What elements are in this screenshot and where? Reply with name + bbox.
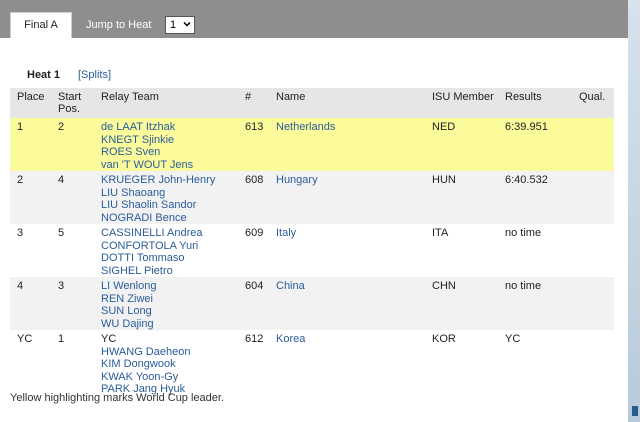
- athlete-link[interactable]: LIU Shaoang: [101, 187, 238, 200]
- jump-to-heat-label: Jump to Heat: [86, 19, 152, 31]
- team-number: 608: [238, 171, 269, 224]
- isu-member: CHN: [425, 277, 498, 330]
- splits-link[interactable]: [Splits]: [78, 69, 111, 81]
- athlete-link[interactable]: HWANG Daeheon: [101, 346, 238, 359]
- athlete-link[interactable]: WU Dajing: [101, 318, 238, 331]
- place: 1: [10, 118, 51, 171]
- athlete-link[interactable]: DOTTI Tommaso: [101, 252, 238, 265]
- athlete-link[interactable]: LI Wenlong: [101, 280, 238, 293]
- result: YC: [498, 330, 572, 396]
- team-name-link[interactable]: Netherlands: [269, 118, 425, 171]
- athlete-link[interactable]: de LAAT Itzhak: [101, 121, 238, 134]
- tab-bar: Final A Jump to Heat 1: [0, 0, 628, 38]
- relay-team: KRUEGER John-Henry LIU Shaoang LIU Shaol…: [94, 171, 238, 224]
- result: no time: [498, 224, 572, 277]
- col-start-pos: Start Pos.: [51, 88, 94, 118]
- result: 6:39.951: [498, 118, 572, 171]
- team-name-link[interactable]: China: [269, 277, 425, 330]
- place: 4: [10, 277, 51, 330]
- table-row: 3 5 CASSINELLI Andrea CONFORTOLA Yuri DO…: [10, 224, 614, 277]
- col-name: Name: [269, 88, 425, 118]
- qual: [572, 330, 614, 396]
- heat-select-value: 1: [170, 19, 177, 31]
- team-name-link[interactable]: Hungary: [269, 171, 425, 224]
- qual: [572, 224, 614, 277]
- legend-footnote: Yellow highlighting marks World Cup lead…: [10, 392, 225, 404]
- athlete-link[interactable]: KNEGT Sjinkie: [101, 134, 238, 147]
- relay-team: CASSINELLI Andrea CONFORTOLA Yuri DOTTI …: [94, 224, 238, 277]
- athlete-link[interactable]: CASSINELLI Andrea: [101, 227, 238, 240]
- col-qual: Qual.: [572, 88, 614, 118]
- team-name-link[interactable]: Italy: [269, 224, 425, 277]
- isu-member: KOR: [425, 330, 498, 396]
- athlete-link[interactable]: KRUEGER John-Henry: [101, 174, 238, 187]
- qual: [572, 118, 614, 171]
- edge-marker: [632, 406, 638, 416]
- table-header-row: Place Start Pos. Relay Team # Name ISU M…: [10, 88, 614, 118]
- chevron-down-icon: [183, 21, 191, 27]
- athlete-link[interactable]: van 'T WOUT Jens: [101, 159, 238, 172]
- col-place: Place: [10, 88, 51, 118]
- qual: [572, 171, 614, 224]
- team-name-link[interactable]: Korea: [269, 330, 425, 396]
- relay-team: YC HWANG Daeheon KIM Dongwook KWAK Yoon-…: [94, 330, 238, 396]
- qual: [572, 277, 614, 330]
- athlete-link[interactable]: LIU Shaolin Sandor: [101, 199, 238, 212]
- col-isu-member: ISU Member: [425, 88, 498, 118]
- result: 6:40.532: [498, 171, 572, 224]
- table-row: 1 2 de LAAT Itzhak KNEGT Sjinkie ROES Sv…: [10, 118, 614, 171]
- results-table: Place Start Pos. Relay Team # Name ISU M…: [10, 88, 614, 396]
- result: no time: [498, 277, 572, 330]
- col-number: #: [238, 88, 269, 118]
- table-row: 2 4 KRUEGER John-Henry LIU Shaoang LIU S…: [10, 171, 614, 224]
- start-pos: 1: [51, 330, 94, 396]
- team-number: 612: [238, 330, 269, 396]
- isu-member: ITA: [425, 224, 498, 277]
- place: 2: [10, 171, 51, 224]
- isu-member: NED: [425, 118, 498, 171]
- col-relay-team: Relay Team: [94, 88, 238, 118]
- athlete-link[interactable]: SUN Long: [101, 305, 238, 318]
- start-pos: 4: [51, 171, 94, 224]
- team-number: 613: [238, 118, 269, 171]
- team-status: YC: [101, 333, 117, 345]
- heat-select[interactable]: 1: [165, 16, 195, 34]
- athlete-link[interactable]: SIGHEL Pietro: [101, 265, 238, 278]
- place: 3: [10, 224, 51, 277]
- place: YC: [10, 330, 51, 396]
- relay-team: de LAAT Itzhak KNEGT Sjinkie ROES Sven v…: [94, 118, 238, 171]
- window-edge: [628, 0, 640, 422]
- table-row: YC 1 YC HWANG Daeheon KIM Dongwook KWAK …: [10, 330, 614, 396]
- isu-member: HUN: [425, 171, 498, 224]
- athlete-link[interactable]: ROES Sven: [101, 146, 238, 159]
- table-row: 4 3 LI Wenlong REN Ziwei SUN Long WU Daj…: [10, 277, 614, 330]
- tab-final-a[interactable]: Final A: [10, 12, 72, 38]
- heat-title: Heat 1: [27, 69, 61, 81]
- start-pos: 3: [51, 277, 94, 330]
- col-results: Results: [498, 88, 572, 118]
- athlete-link[interactable]: CONFORTOLA Yuri: [101, 240, 238, 253]
- results-window: Final A Jump to Heat 1 Heat 1 [Splits] P…: [0, 0, 628, 422]
- start-pos: 2: [51, 118, 94, 171]
- relay-team: LI Wenlong REN Ziwei SUN Long WU Dajing: [94, 277, 238, 330]
- team-number: 604: [238, 277, 269, 330]
- athlete-link[interactable]: NOGRADI Bence: [101, 212, 238, 225]
- athlete-link[interactable]: KIM Dongwook: [101, 358, 238, 371]
- athlete-link[interactable]: REN Ziwei: [101, 293, 238, 306]
- start-pos: 5: [51, 224, 94, 277]
- team-number: 609: [238, 224, 269, 277]
- athlete-link[interactable]: KWAK Yoon-Gy: [101, 371, 238, 384]
